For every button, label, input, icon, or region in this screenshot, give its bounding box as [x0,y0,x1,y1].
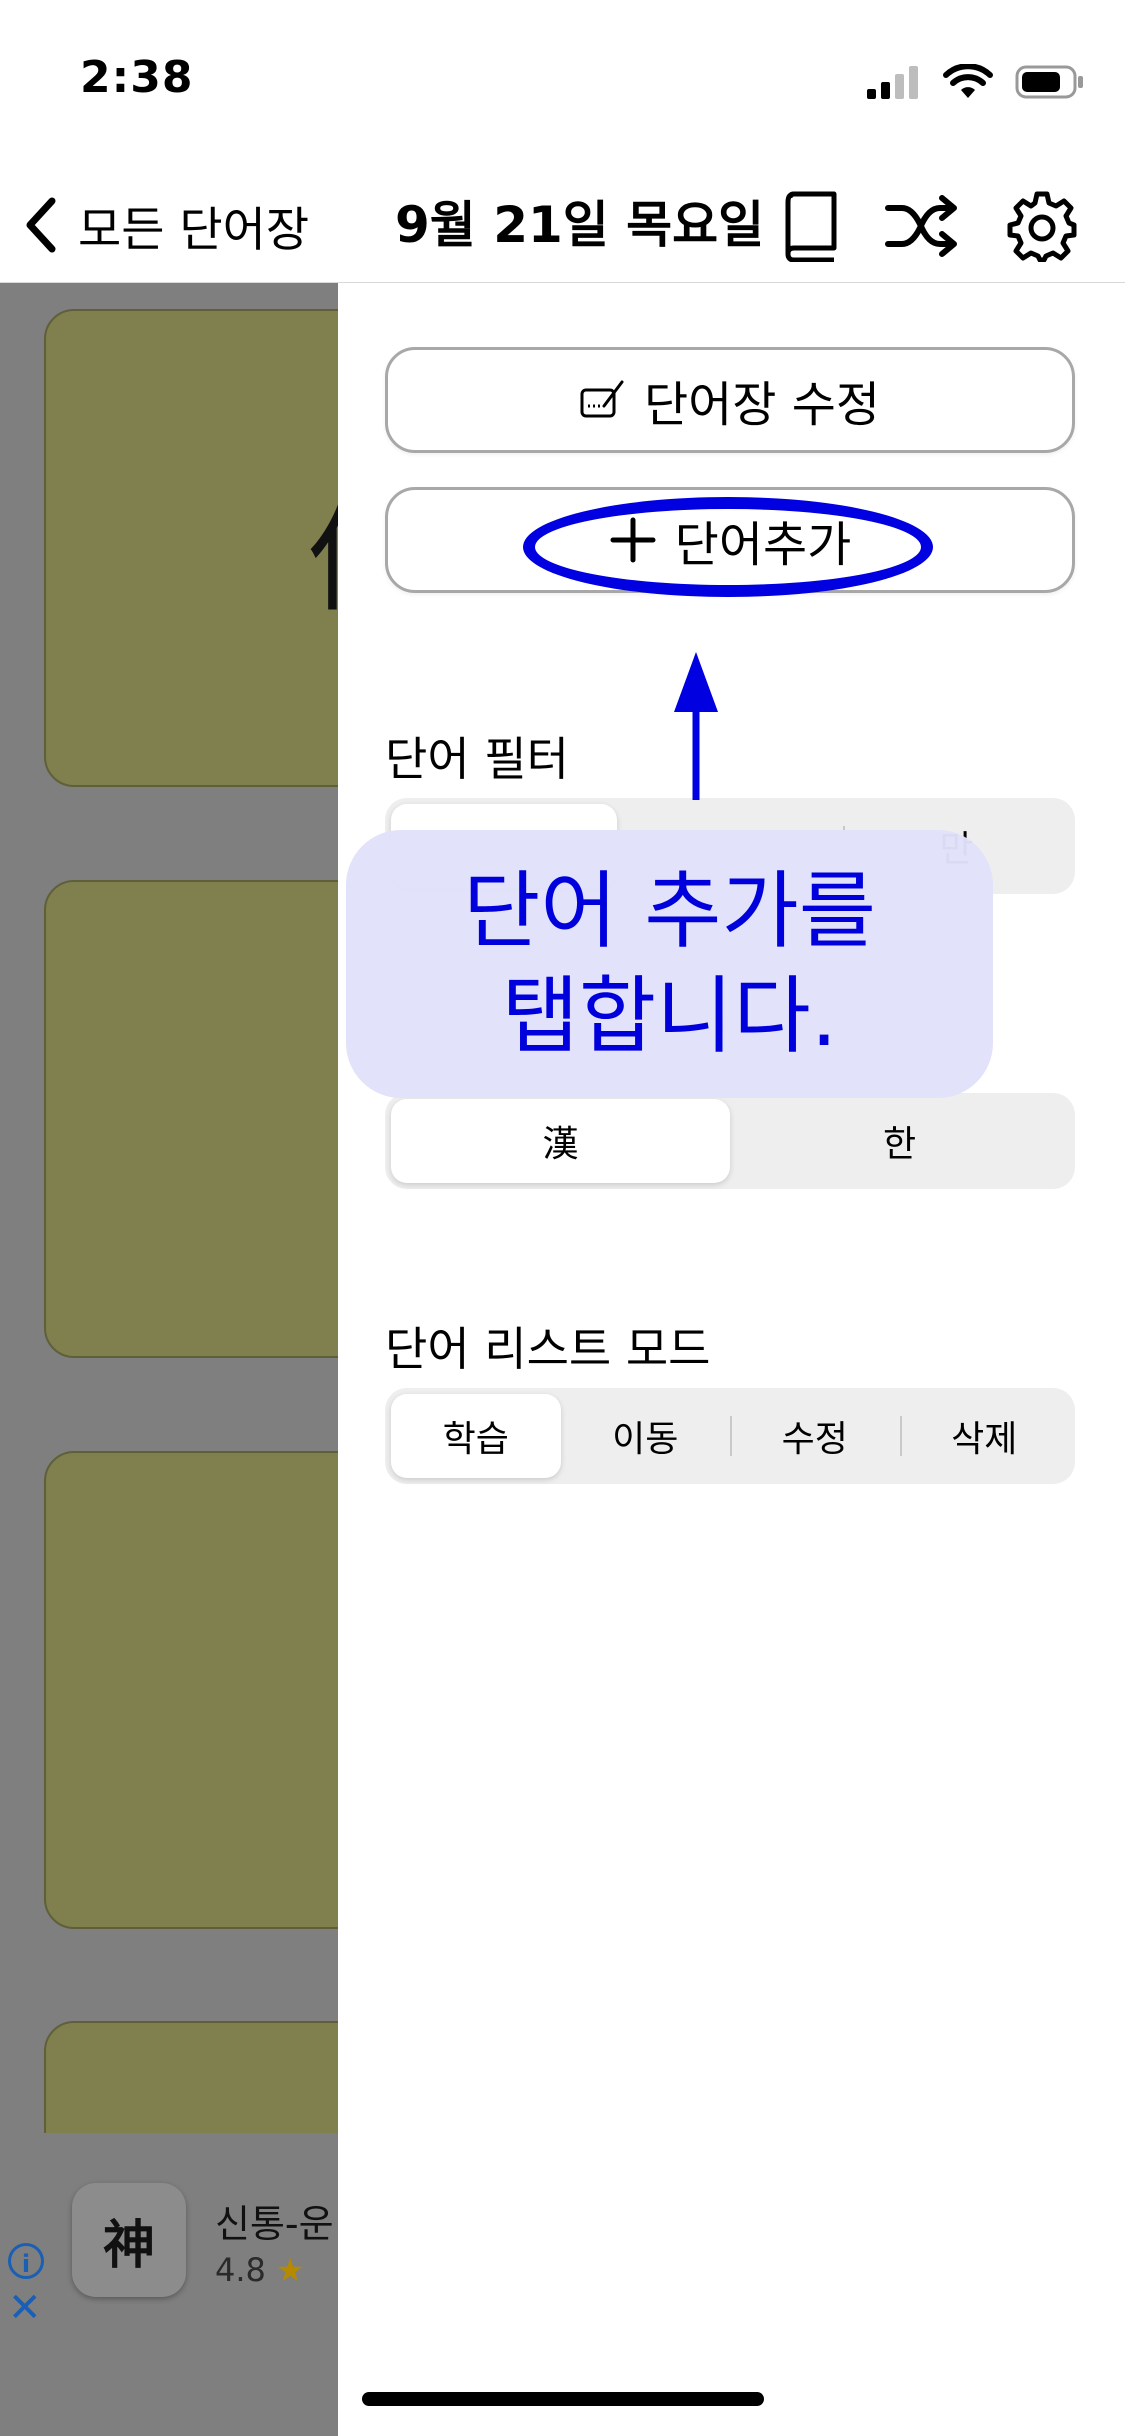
tutorial-highlight-ellipse [523,497,933,597]
edit-wordbook-button[interactable]: 단어장 수정 [385,347,1075,453]
status-icons [867,62,1085,102]
list-mode-delete[interactable]: 삭제 [899,1394,1070,1478]
chevron-left-icon [26,197,56,253]
battery-icon [1015,65,1083,99]
wifi-icon [943,64,993,98]
script-segmented-control: 漢 한 [385,1093,1075,1189]
back-label: 모든 단어장 [78,202,310,258]
navigation-bar: 모든 단어장 9월 21일 목요일 [0,170,1125,284]
word-card[interactable]: ㅣ 低 [44,309,340,787]
list-mode-edit[interactable]: 수정 [730,1394,900,1478]
callout-line-1: 단어 추가를 [462,862,877,960]
edit-signature-icon [580,380,624,418]
cellular-signal-icon [867,66,918,99]
ad-close-icon[interactable]: ✕ [8,2285,42,2331]
script-option-hanja[interactable]: 漢 [391,1099,730,1183]
shuffle-button[interactable] [884,188,960,264]
ad-app-icon: 神 [72,2183,186,2297]
shuffle-icon [885,195,957,257]
list-mode-study[interactable]: 학습 [391,1394,561,1478]
tutorial-arrow-icon [674,652,718,800]
home-indicator [362,2392,764,2406]
ad-banner[interactable]: i ✕ 神 신통-운 4.8 ★ [0,2133,340,2436]
book-button[interactable] [772,188,848,264]
ad-rating: 4.8 ★ [215,2251,305,2289]
list-mode-move[interactable]: 이동 [561,1394,731,1478]
side-menu-panel: 단어장 수정 단어추가 단어 필터 만 漢 한 단어 리스트 모드 학습 이동 … [338,283,1125,2436]
gear-icon [1007,191,1077,262]
list-mode-segmented-control: 학습 이동 수정 삭제 [385,1388,1075,1484]
edit-wordbook-label: 단어장 수정 [643,377,881,433]
word-filter-label: 단어 필터 [385,732,569,786]
list-mode-label: 단어 리스트 모드 [385,1322,711,1376]
ad-info-icon[interactable]: i [8,2243,44,2279]
back-button[interactable]: 모든 단어장 [22,190,309,260]
script-option-hangul[interactable]: 한 [730,1099,1069,1183]
word-card[interactable] [44,1451,340,1929]
wordbook-list-background: ㅣ 低 [0,283,340,2436]
star-icon: ★ [275,2251,305,2289]
tutorial-callout: 단어 추가를 탭합니다. [346,830,993,1098]
page-title: 9월 21일 목요일 [395,196,765,254]
callout-line-2: 탭합니다. [501,967,838,1065]
ad-app-name: 신통-운 [215,2202,334,2246]
settings-button[interactable] [1004,188,1080,264]
word-card[interactable] [44,880,340,1358]
status-time: 2:38 [80,52,194,103]
book-icon [785,191,837,262]
card-glyph: 低 [308,461,340,635]
